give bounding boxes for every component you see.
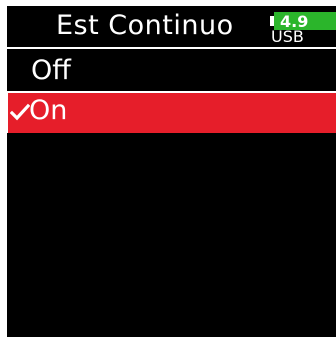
menu-item-off[interactable]: Off — [7, 51, 336, 93]
device-screen: Est Continuo 4.9 USB Off On — [7, 6, 336, 337]
power-source-label: USB — [271, 27, 304, 46]
menu-item-label: Off — [31, 55, 71, 86]
header-divider — [7, 47, 336, 49]
menu-item-on[interactable]: On — [7, 91, 336, 133]
checkmark-icon — [10, 103, 30, 121]
page-title: Est Continuo — [56, 10, 234, 41]
header-bar: Est Continuo 4.9 USB — [7, 6, 336, 48]
menu-item-label: On — [29, 95, 68, 126]
